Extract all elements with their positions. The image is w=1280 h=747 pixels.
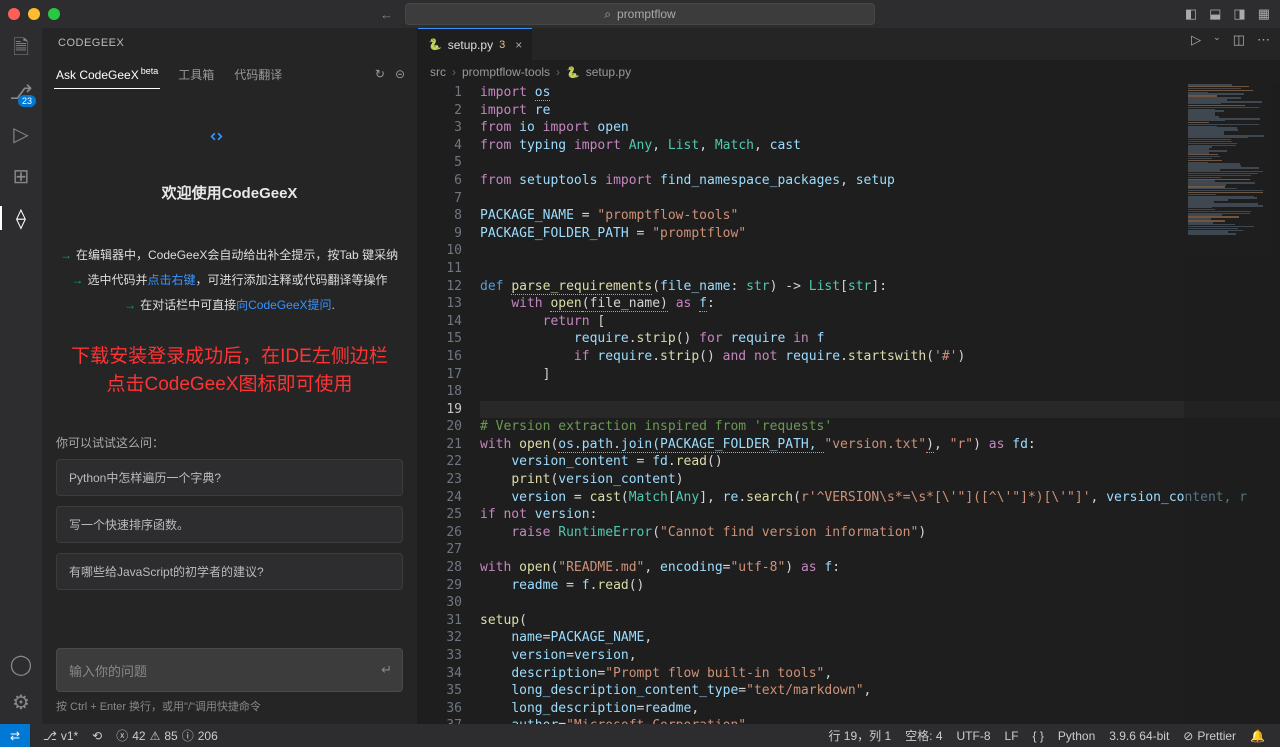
activity-bar: 🗎 ⎇23 ▷ ⊞ ⟠ ◯ ⚙ [0, 28, 42, 724]
maximize-window[interactable] [48, 8, 60, 20]
problems[interactable]: ⓧ 42 ⚠ 85 ⓘ 206 [109, 727, 225, 744]
tips: →在编辑器中，CodeGeeX会自动给出补全提示，按Tab 键采纳 →选中代码并… [52, 243, 407, 319]
tab-ask[interactable]: Ask CodeGeeXbeta [54, 60, 160, 89]
toggle-primary-sidebar-icon[interactable]: ◧ [1185, 6, 1197, 22]
more-icon[interactable]: ⊝ [395, 67, 405, 81]
accounts-icon[interactable]: ◯ [9, 652, 33, 676]
remote-indicator[interactable]: ⇄ [0, 724, 30, 747]
status-bar: ⇄ ⎇ v1* ⟲ ⓧ 42 ⚠ 85 ⓘ 206 行 19，列 1 空格: 4… [0, 724, 1280, 747]
suggestion-1[interactable]: Python中怎样遍历一个字典? [56, 459, 403, 496]
minimap[interactable] [1184, 84, 1280, 724]
code-content[interactable]: import osimport refrom io import openfro… [480, 84, 1280, 724]
toggle-secondary-sidebar-icon[interactable]: ◨ [1233, 6, 1245, 22]
codegeex-icon[interactable]: ⟠ [9, 206, 33, 230]
indentation[interactable]: 空格: 4 [898, 727, 949, 744]
settings-gear-icon[interactable]: ⚙ [9, 690, 33, 714]
eol[interactable]: LF [998, 727, 1026, 744]
run-icon[interactable]: ▷ [1191, 32, 1201, 48]
window-controls [8, 8, 60, 20]
cursor-position[interactable]: 行 19，列 1 [821, 727, 898, 744]
nav-back-icon[interactable]: ← [380, 7, 393, 22]
close-window[interactable] [8, 8, 20, 20]
overlay-annotation: 下载安装登录成功后，在IDE左侧边栏 点击CodeGeeX图标即可使用 [52, 343, 407, 400]
source-control-icon[interactable]: ⎇23 [9, 80, 33, 104]
extensions-icon[interactable]: ⊞ [9, 164, 33, 188]
editor-tabs: 🐍 setup.py 3 × ▷ ⌄ ◫ ⋯ [418, 28, 1280, 60]
python-interpreter[interactable]: 3.9.6 64-bit [1102, 727, 1176, 744]
codegeex-logo-icon [210, 130, 250, 170]
search-icon: ⌕ [604, 7, 611, 22]
welcome-title: 欢迎使用CodeGeeX [52, 182, 407, 203]
line-gutter: 1234567891011121314151617181920212223242… [418, 84, 480, 724]
toggle-panel-icon[interactable]: ⬓ [1209, 6, 1221, 22]
crumb-file[interactable]: setup.py [586, 65, 631, 79]
command-center[interactable]: ⌕ promptflow [405, 3, 875, 25]
explorer-icon[interactable]: 🗎 [9, 38, 33, 62]
suggestions-label: 你可以试试这么问： [56, 434, 403, 451]
python-file-icon: 🐍 [428, 38, 442, 51]
chat-input[interactable]: 输入你的问题 ↵ [56, 648, 403, 692]
send-icon[interactable]: ↵ [381, 662, 392, 678]
code-editor[interactable]: 1234567891011121314151617181920212223242… [418, 84, 1280, 724]
titlebar: ← → ⌕ promptflow ◧ ⬓ ◨ ▦ [0, 0, 1280, 28]
tab-modified-count: 3 [499, 39, 505, 51]
customize-layout-icon[interactable]: ▦ [1258, 6, 1270, 22]
run-debug-icon[interactable]: ▷ [9, 122, 33, 146]
tab-filename: setup.py [448, 38, 493, 52]
prettier[interactable]: ⊘ Prettier [1176, 727, 1243, 744]
editor-area: 🐍 setup.py 3 × ▷ ⌄ ◫ ⋯ src› promptflow-t… [418, 28, 1280, 724]
tab-toolbox[interactable]: 工具箱 [176, 60, 216, 89]
history-icon[interactable]: ↻ [375, 67, 385, 81]
layout-controls: ◧ ⬓ ◨ ▦ [1185, 6, 1270, 22]
git-sync[interactable]: ⟲ [85, 729, 109, 743]
notifications-bell-icon[interactable]: 🔔 [1243, 727, 1272, 744]
breadcrumb[interactable]: src› promptflow-tools› 🐍 setup.py [418, 60, 1280, 84]
language-mode[interactable]: Python [1051, 727, 1102, 744]
file-tab-setup[interactable]: 🐍 setup.py 3 × [418, 28, 532, 60]
language-braces-icon[interactable]: { } [1026, 727, 1051, 744]
encoding[interactable]: UTF-8 [950, 727, 998, 744]
crumb-src[interactable]: src [430, 65, 446, 79]
search-text: promptflow [617, 7, 676, 21]
python-file-icon: 🐍 [566, 66, 580, 79]
suggestion-3[interactable]: 有哪些给JavaScript的初学者的建议? [56, 553, 403, 590]
chat-hint: 按 Ctrl + Enter 换行，或用"/"调用快捷命令 [56, 698, 403, 714]
tab-translate[interactable]: 代码翻译 [232, 60, 284, 89]
scm-badge: 23 [18, 95, 36, 107]
git-branch[interactable]: ⎇ v1* [36, 729, 85, 743]
run-dropdown-icon[interactable]: ⌄ [1213, 32, 1221, 48]
suggestion-2[interactable]: 写一个快速排序函数。 [56, 506, 403, 543]
split-editor-icon[interactable]: ◫ [1233, 32, 1245, 48]
tab-close-icon[interactable]: × [515, 38, 522, 52]
side-panel: CODEGEEX Ask CodeGeeXbeta 工具箱 代码翻译 ↻ ⊝ 欢… [42, 28, 418, 724]
editor-more-icon[interactable]: ⋯ [1257, 32, 1270, 48]
chat-placeholder: 输入你的问题 [69, 661, 147, 680]
panel-tabs: Ask CodeGeeXbeta 工具箱 代码翻译 ↻ ⊝ [42, 58, 417, 90]
minimize-window[interactable] [28, 8, 40, 20]
crumb-folder[interactable]: promptflow-tools [462, 65, 550, 79]
panel-title: CODEGEEX [42, 28, 417, 58]
